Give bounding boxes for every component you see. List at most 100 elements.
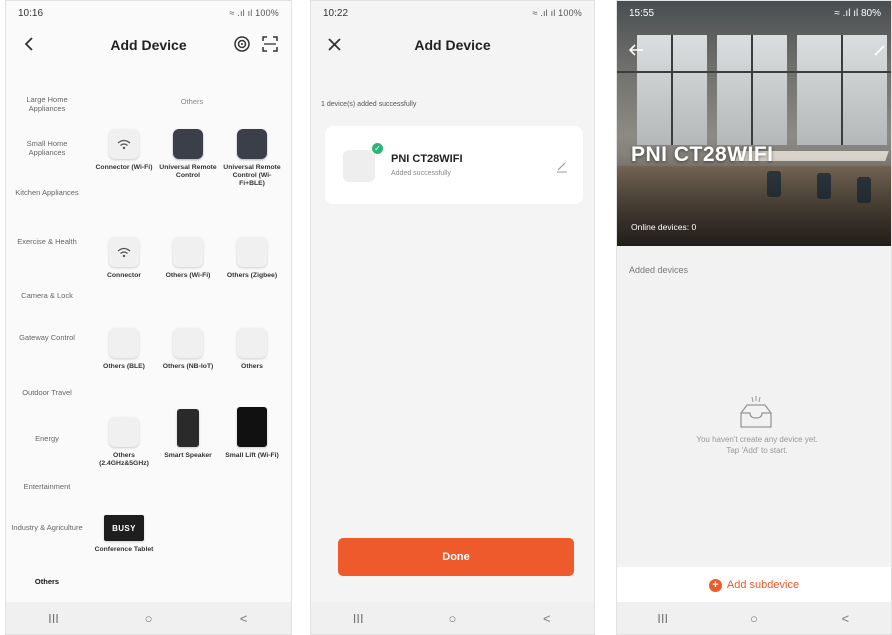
device-label: Smart Speaker — [164, 452, 212, 459]
status-bar: 10:22 ≈ .ıl ıl 100% — [311, 1, 594, 25]
success-message: 1 device(s) added successfully — [321, 101, 417, 108]
conference-tablet-icon: BUSY — [104, 515, 144, 541]
device-label: Others (Zigbee) — [226, 272, 278, 279]
room-hero-image: 15:55 ≈ .ıl ıl 80% PNI CT28WIFI Online d… — [617, 1, 891, 246]
empty-state-text: You haven't create any device yet. Tap '… — [647, 434, 867, 456]
device-label: Connector — [107, 272, 141, 279]
category-item[interactable]: Gateway Control — [10, 333, 84, 342]
device-grid: Others Connector (Wi-Fi) Universal Remot… — [92, 87, 291, 602]
device-item[interactable]: Others (Zigbee) — [220, 237, 284, 280]
device-thumbnail — [343, 150, 375, 182]
back-icon[interactable] — [18, 33, 40, 55]
device-label: Small Lift (Wi-Fi) — [225, 452, 279, 459]
edit-pencil-icon[interactable] — [555, 159, 569, 173]
add-subdevice-button[interactable]: + Add subdevice — [617, 567, 891, 603]
category-item[interactable]: Outdoor Travel — [10, 388, 84, 397]
plus-icon: + — [708, 578, 722, 592]
empty-line-2: Tap 'Add' to start. — [726, 446, 788, 455]
system-nav-bar: III ○ < — [311, 602, 594, 634]
device-item[interactable]: Others — [220, 328, 284, 371]
recent-apps-button[interactable]: III — [343, 611, 373, 626]
add-device-category-screen: 10:16 ≈ .ıl ıl 100% Add Device Large Hom… — [5, 0, 292, 635]
device-item[interactable]: Others (NB-IoT) — [156, 328, 220, 371]
category-item[interactable]: Industry & Agriculture — [10, 523, 84, 532]
done-button[interactable]: Done — [338, 538, 574, 576]
device-status: Added successfully — [391, 170, 451, 177]
speaker-icon — [177, 409, 199, 447]
device-label: Others — [241, 363, 263, 370]
device-item[interactable]: Universal Remote Control (Wi-Fi+BLE) — [220, 129, 284, 188]
device-name: PNI CT28WIFI — [391, 153, 463, 165]
device-label: Conference Tablet — [94, 546, 154, 553]
system-nav-bar: III ○ < — [617, 602, 891, 634]
device-item[interactable]: Others (2.4GHz&5GHz) — [92, 417, 156, 468]
category-item[interactable]: Kitchen Appliances — [10, 188, 84, 197]
lift-icon — [237, 407, 267, 447]
add-device-body: Large Home Appliances Small Home Applian… — [6, 87, 291, 602]
device-tile-icon — [237, 237, 267, 267]
page-title: Add Device — [110, 37, 187, 53]
status-bar: 10:16 ≈ .ıl ıl 100% — [6, 1, 291, 25]
device-item[interactable]: Small Lift (Wi-Fi) — [220, 407, 284, 460]
device-item[interactable]: Others (Wi-Fi) — [156, 237, 220, 280]
empty-line-1: You haven't create any device yet. — [696, 435, 818, 444]
status-time: 15:55 — [629, 7, 655, 19]
remote-icon — [237, 129, 267, 159]
back-button[interactable]: < — [830, 611, 860, 626]
device-tile-icon — [237, 328, 267, 358]
online-devices-count: Online devices: 0 — [631, 222, 697, 232]
category-item[interactable]: Exercise & Health — [10, 237, 84, 246]
category-item[interactable]: Entertainment — [10, 482, 84, 491]
status-bar: 15:55 ≈ .ıl ıl 80% — [617, 1, 891, 25]
device-item[interactable]: Connector — [92, 237, 156, 280]
status-icons: ≈ .ıl ıl 80% — [834, 7, 881, 19]
device-item[interactable]: Smart Speaker — [156, 409, 220, 460]
device-label: Universal Remote Control (Wi-Fi+BLE) — [223, 164, 281, 187]
device-title: PNI CT28WIFI — [631, 143, 774, 166]
category-item[interactable]: Large Home Appliances — [10, 95, 84, 113]
device-label: Others (BLE) — [103, 363, 145, 370]
category-item[interactable]: Camera & Lock — [10, 291, 84, 300]
device-tile-icon — [173, 328, 203, 358]
remote-icon — [173, 129, 203, 159]
category-item[interactable]: Energy — [10, 434, 84, 443]
added-device-card[interactable]: ✓ PNI CT28WIFI Added successfully — [325, 126, 583, 204]
category-item-active[interactable]: Others — [10, 577, 84, 586]
device-tile-icon — [173, 237, 203, 267]
home-button[interactable]: ○ — [739, 611, 769, 626]
wifi-icon — [109, 129, 139, 159]
back-arrow-icon[interactable] — [627, 41, 645, 59]
qr-scan-icon[interactable] — [261, 35, 279, 53]
home-button[interactable]: ○ — [134, 611, 164, 626]
device-tile-icon — [109, 417, 139, 447]
group-title: Others — [180, 97, 204, 106]
device-detail-screen: 15:55 ≈ .ıl ıl 80% PNI CT28WIFI Online d… — [616, 0, 892, 635]
device-label: Others (2.4GHz&5GHz) — [99, 452, 149, 467]
scan-device-icon[interactable] — [233, 35, 251, 53]
status-icons: ≈ .ıl ıl 100% — [532, 8, 582, 18]
empty-inbox-icon — [737, 395, 775, 431]
edit-pencil-icon[interactable] — [873, 43, 887, 57]
device-item[interactable]: BUSY Conference Tablet — [92, 515, 156, 554]
device-tile-icon — [109, 328, 139, 358]
device-item[interactable]: Connector (Wi-Fi) — [92, 129, 156, 172]
recent-apps-button[interactable]: III — [39, 611, 69, 626]
device-label: Others (NB-IoT) — [162, 363, 214, 370]
top-bar: Add Device — [311, 25, 594, 65]
back-button[interactable]: < — [229, 611, 259, 626]
close-icon[interactable] — [323, 33, 345, 55]
device-item[interactable]: Others (BLE) — [92, 328, 156, 371]
status-icons: ≈ .ıl ıl 100% — [229, 8, 279, 18]
page-title: Add Device — [414, 37, 491, 53]
device-item[interactable]: Universal Remote Control — [156, 129, 220, 180]
wifi-icon — [109, 237, 139, 267]
category-list: Large Home Appliances Small Home Applian… — [6, 87, 90, 602]
recent-apps-button[interactable]: III — [648, 611, 678, 626]
category-item[interactable]: Small Home Appliances — [10, 139, 84, 157]
home-button[interactable]: ○ — [437, 611, 467, 626]
back-button[interactable]: < — [532, 611, 562, 626]
added-devices-label: Added devices — [629, 265, 689, 275]
device-label: Connector (Wi-Fi) — [95, 164, 153, 171]
add-device-success-screen: 10:22 ≈ .ıl ıl 100% Add Device 1 device(… — [310, 0, 595, 635]
system-nav-bar: III ○ < — [6, 602, 291, 634]
